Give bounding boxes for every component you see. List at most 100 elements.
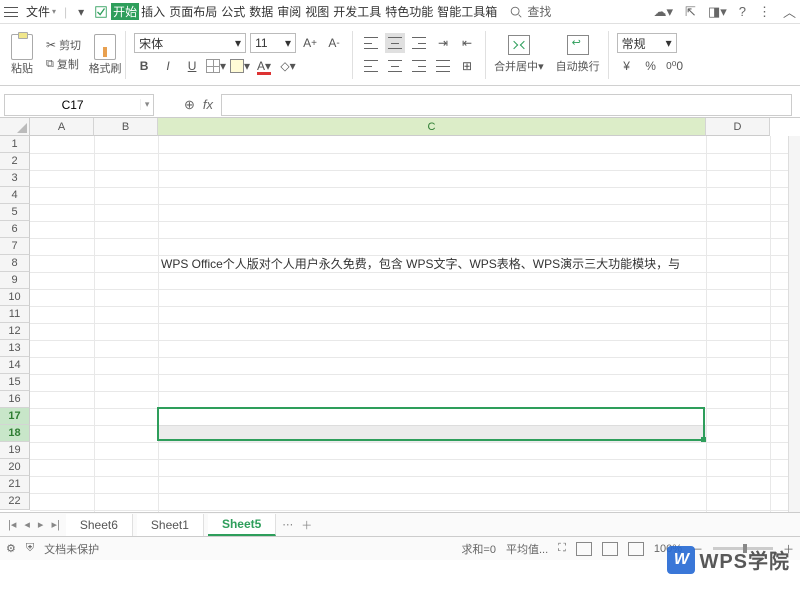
row-header-13[interactable]: 13	[0, 340, 30, 357]
settings-icon[interactable]: ⚙	[6, 542, 16, 555]
tab-data[interactable]: 数据	[247, 3, 275, 20]
row-header-1[interactable]: 1	[0, 136, 30, 153]
tab-devtools[interactable]: 开发工具	[331, 3, 383, 20]
more-icon[interactable]: ⋮	[758, 4, 771, 20]
tab-home[interactable]: 开始	[111, 3, 139, 20]
tab-insert[interactable]: 插入	[139, 3, 167, 20]
wrap-label[interactable]: 自动换行	[556, 58, 600, 74]
row-header-17[interactable]: 17	[0, 408, 30, 425]
vertical-scrollbar[interactable]	[788, 136, 800, 512]
tab-features[interactable]: 特色功能	[383, 3, 435, 20]
row-header-7[interactable]: 7	[0, 238, 30, 255]
row-header-8[interactable]: 8	[0, 255, 30, 272]
expand-icon[interactable]: ⊕	[184, 97, 195, 113]
font-size-select[interactable]: 11▾	[250, 33, 296, 53]
tab-review[interactable]: 审阅	[275, 3, 303, 20]
history-icon[interactable]: ◨▾	[708, 4, 727, 20]
wrap-icon[interactable]	[567, 35, 589, 55]
align-bottom-button[interactable]	[409, 33, 429, 53]
paste-button[interactable]: 粘贴	[4, 34, 40, 76]
row-header-11[interactable]: 11	[0, 306, 30, 323]
font-color-button[interactable]: A▾	[254, 56, 274, 76]
row-header-4[interactable]: 4	[0, 187, 30, 204]
sheet-more[interactable]: ⋯	[280, 518, 295, 531]
percent-button[interactable]: %	[641, 56, 661, 76]
row-header-2[interactable]: 2	[0, 153, 30, 170]
row-header-10[interactable]: 10	[0, 289, 30, 306]
row-header-6[interactable]: 6	[0, 221, 30, 238]
tab-smarttools[interactable]: 智能工具箱	[435, 3, 499, 20]
col-header-a[interactable]: A	[30, 118, 94, 136]
col-header-c[interactable]: C	[158, 118, 706, 136]
quick-print-icon[interactable]	[91, 2, 111, 22]
collapse-ribbon-icon[interactable]: ︿	[783, 2, 796, 21]
select-all-button[interactable]	[0, 118, 30, 136]
indent-dec-button[interactable]: ⇤	[457, 33, 477, 53]
col-header-b[interactable]: B	[94, 118, 158, 136]
name-box[interactable]: ▾	[4, 94, 154, 116]
help-icon[interactable]: ?	[739, 4, 746, 19]
row-header-22[interactable]: 22	[0, 493, 30, 510]
cell-c8[interactable]: WPS Office个人版对个人用户永久免费，包含 WPS文字、WPS表格、WP…	[158, 255, 706, 272]
search-button[interactable]: 查找	[509, 3, 551, 20]
row-header-16[interactable]: 16	[0, 391, 30, 408]
row-header-14[interactable]: 14	[0, 357, 30, 374]
currency-button[interactable]: ¥	[617, 56, 637, 76]
merge-icon[interactable]	[508, 35, 530, 55]
border-button[interactable]: ▾	[206, 56, 226, 76]
merge-label[interactable]: 合并居中▾	[494, 58, 544, 74]
copy-button[interactable]: ⧉复制	[46, 56, 81, 72]
save-icon[interactable]: ▾	[71, 2, 91, 22]
share-icon[interactable]: ⇱	[685, 4, 696, 20]
row-header-18[interactable]: 18	[0, 425, 30, 442]
sheet-tab-2[interactable]: Sheet5	[208, 514, 276, 536]
number-format-select[interactable]: 常规▾	[617, 33, 677, 53]
font-name-select[interactable]: 宋体▾	[134, 33, 246, 53]
cell-style-button[interactable]: ◇▾	[278, 56, 298, 76]
align-top-button[interactable]	[361, 33, 381, 53]
row-header-15[interactable]: 15	[0, 374, 30, 391]
increase-font-button[interactable]: A+	[300, 33, 320, 53]
align-right-button[interactable]	[409, 56, 429, 76]
fullscreen-icon[interactable]: ⛶	[558, 542, 566, 555]
chevron-down-icon[interactable]: ▾	[140, 99, 153, 110]
col-header-d[interactable]: D	[706, 118, 770, 136]
hamburger-icon[interactable]	[4, 7, 18, 17]
row-header-5[interactable]: 5	[0, 204, 30, 221]
align-center-button[interactable]	[385, 56, 405, 76]
decrease-font-button[interactable]: A-	[324, 33, 344, 53]
align-left-button[interactable]	[361, 56, 381, 76]
cut-button[interactable]: ✂剪切	[46, 37, 81, 53]
cells-canvas[interactable]: WPS Office个人版对个人用户永久免费，包含 WPS文字、WPS表格、WP…	[30, 136, 788, 512]
row-header-21[interactable]: 21	[0, 476, 30, 493]
sheet-nav-next[interactable]: ▸	[36, 518, 46, 531]
row-header-12[interactable]: 12	[0, 323, 30, 340]
sheet-nav-last[interactable]: ▸|	[49, 518, 61, 531]
orientation-button[interactable]: ⊞	[457, 56, 477, 76]
name-box-input[interactable]	[5, 98, 140, 112]
underline-button[interactable]: U	[182, 56, 202, 76]
justify-button[interactable]	[433, 56, 453, 76]
italic-button[interactable]: I	[158, 56, 178, 76]
comma-button[interactable]: 0⁰0	[665, 56, 685, 76]
fill-color-button[interactable]: ▾	[230, 56, 250, 76]
row-header-3[interactable]: 3	[0, 170, 30, 187]
sheet-nav-prev[interactable]: ◂	[22, 518, 32, 531]
bold-button[interactable]: B	[134, 56, 154, 76]
view-break-button[interactable]	[628, 542, 644, 556]
row-header-19[interactable]: 19	[0, 442, 30, 459]
row-header-20[interactable]: 20	[0, 459, 30, 476]
sheet-add[interactable]: ＋	[299, 517, 314, 533]
fx-icon[interactable]: fx	[203, 97, 213, 112]
view-normal-button[interactable]	[576, 542, 592, 556]
align-middle-button[interactable]	[385, 33, 405, 53]
sheet-nav-first[interactable]: |◂	[6, 518, 18, 531]
file-menu[interactable]: 文件 ▾	[22, 3, 60, 20]
format-painter-button[interactable]: 格式刷	[87, 34, 123, 76]
tab-page-layout[interactable]: 页面布局	[167, 3, 219, 20]
tab-formulas[interactable]: 公式	[219, 3, 247, 20]
row-header-9[interactable]: 9	[0, 272, 30, 289]
cloud-icon[interactable]: ☁▾	[654, 4, 674, 20]
sheet-tab-1[interactable]: Sheet1	[137, 514, 204, 536]
shield-icon[interactable]: ⛨	[26, 542, 34, 555]
